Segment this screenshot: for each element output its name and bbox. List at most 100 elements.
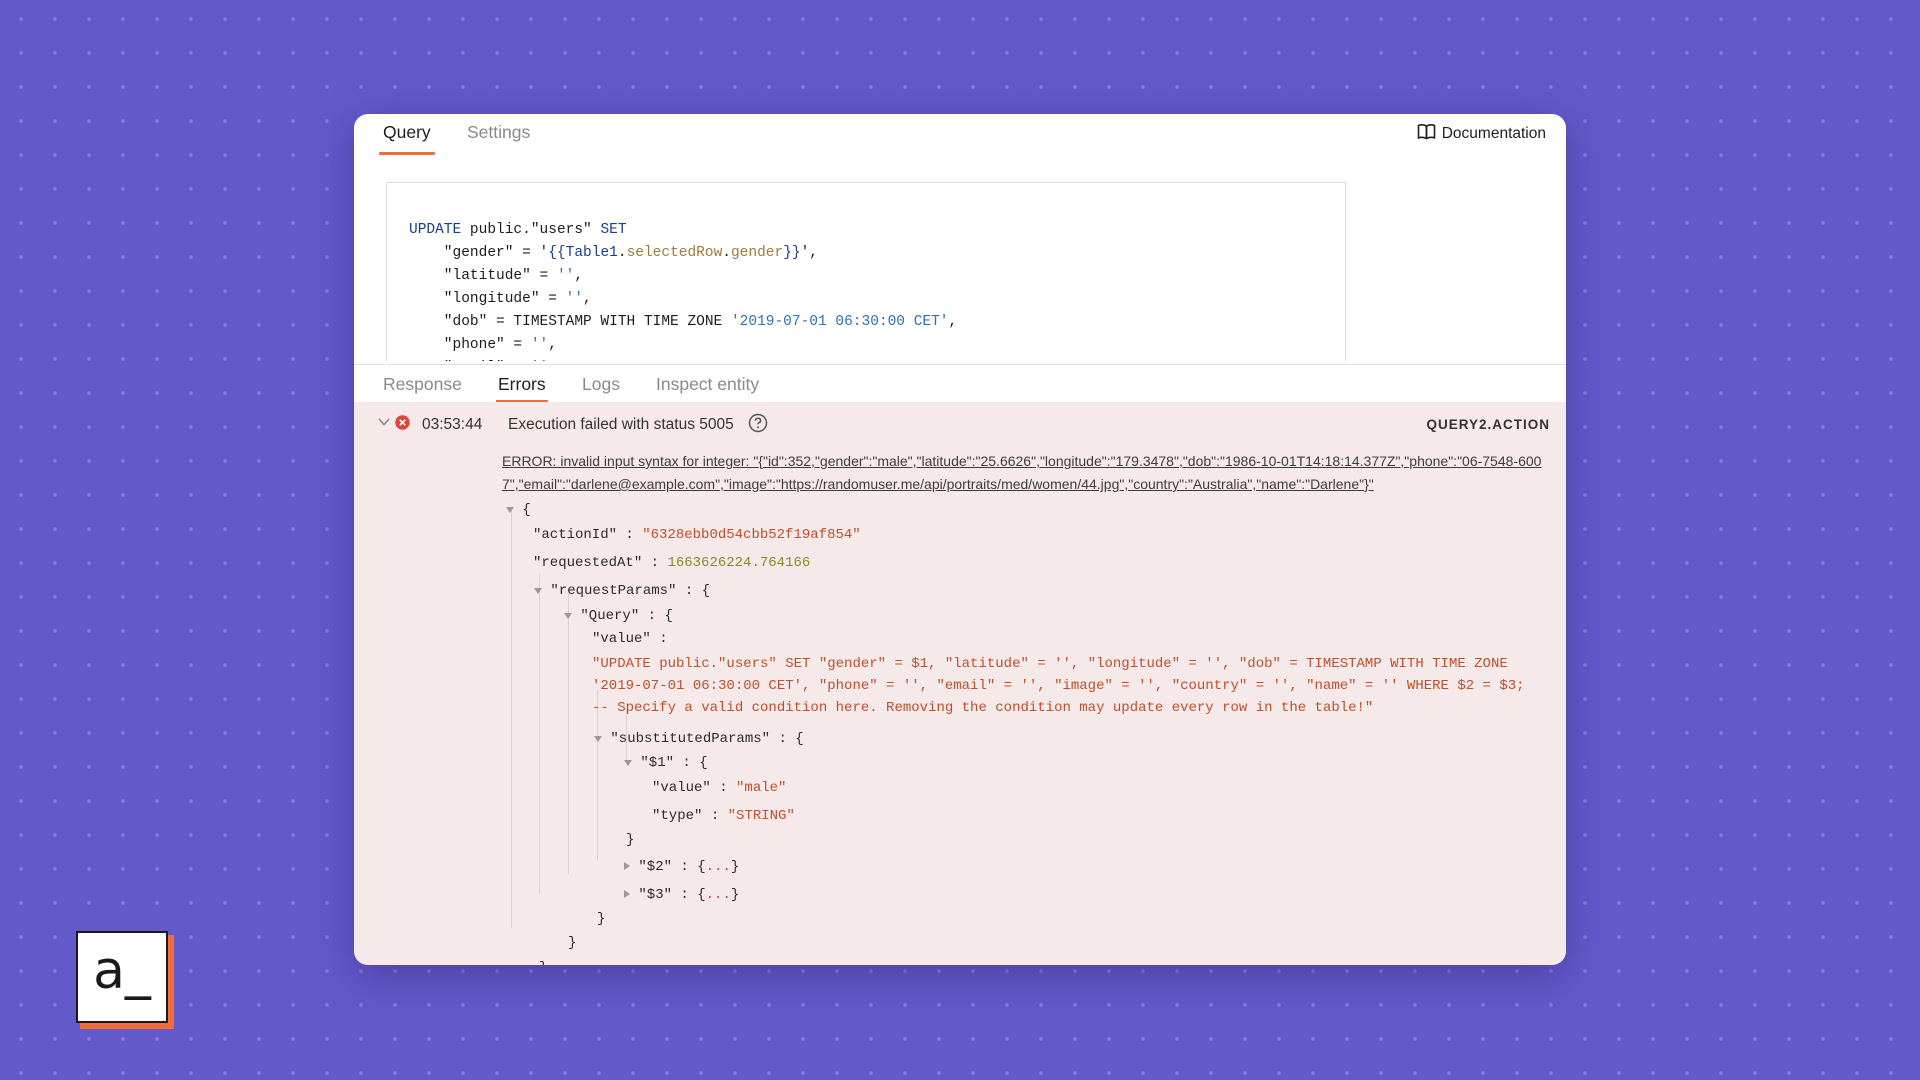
json-separator: : (672, 859, 698, 875)
tree-guide (568, 594, 569, 874)
tab-errors[interactable]: Errors (496, 374, 548, 403)
code-token: gender (730, 245, 784, 261)
json-separator: : (710, 780, 737, 796)
json-row-value: "value" : (592, 631, 668, 647)
documentation-link[interactable]: Documentation (1417, 123, 1546, 145)
code-token: }} (783, 245, 801, 261)
collapse-toggle-icon[interactable] (534, 588, 542, 594)
expand-toggle-icon[interactable] (624, 890, 630, 898)
json-brace: { (795, 731, 804, 747)
error-icon (395, 415, 410, 435)
code-token: {{ (548, 245, 566, 261)
collapse-toggle-icon[interactable] (564, 613, 572, 619)
tab-response[interactable]: Response (383, 374, 462, 395)
json-brace: { (701, 583, 711, 599)
json-key: "$2" (638, 859, 673, 875)
json-key: "Query" (580, 608, 640, 624)
expand-toggle-icon[interactable] (624, 862, 630, 870)
json-row-param-2[interactable]: "$2" : {...} (624, 859, 739, 875)
error-detail-link[interactable]: ERROR: invalid input syntax for integer:… (502, 450, 1542, 496)
json-row-param-1-type: "type" : "STRING" (652, 808, 795, 824)
json-key: "requestedAt" (533, 555, 643, 571)
json-row-requestedAt: "requestedAt" : 1663626224.764166 (533, 555, 810, 571)
json-row-actionId: "actionId" : "6328ebb0d54cbb52f19af854" (533, 527, 861, 543)
json-separator: : (672, 887, 698, 903)
json-brace: { (522, 502, 531, 518)
code-content: UPDATE public."users" SET "gender" = '{{… (387, 183, 1345, 361)
tab-logs[interactable]: Logs (582, 374, 620, 395)
code-line: "longitude" = '', (409, 291, 592, 307)
logo-mark: a_ (76, 931, 168, 1023)
code-string: '' (530, 337, 549, 353)
json-row-param-1-value: "value" : "male" (652, 780, 786, 796)
code-line: "gender" = '{{Table1.selectedRow.gender}… (409, 245, 819, 261)
results-tab-bar: Response Errors Logs Inspect entity (354, 365, 1566, 403)
json-ellipsis: ... (705, 859, 731, 875)
chevron-down-icon[interactable] (377, 414, 391, 432)
json-brace: } (730, 887, 740, 903)
json-row-substitutedParams[interactable]: "substitutedParams" : { (594, 731, 804, 747)
json-separator: : (650, 631, 668, 647)
code-token: "users" (530, 222, 592, 238)
code-string: '' (531, 360, 548, 361)
collapse-toggle-icon[interactable] (594, 736, 602, 742)
json-close-brace: } (539, 960, 547, 965)
json-separator: : (676, 583, 702, 599)
json-key: "$1" (640, 755, 675, 771)
collapse-toggle-icon[interactable] (506, 507, 514, 513)
code-string: '' (565, 291, 584, 307)
sql-code-editor[interactable]: UPDATE public."users" SET "gender" = '{{… (386, 182, 1346, 361)
json-key: "$3" (638, 887, 673, 903)
json-brace: { (697, 887, 706, 903)
json-row-query[interactable]: "Query" : { (564, 608, 673, 624)
json-string-value: "STRING" (727, 808, 795, 824)
json-key: "value" (652, 780, 711, 796)
json-key: "substitutedParams" (610, 731, 771, 747)
json-separator: : (642, 555, 668, 571)
code-line: "latitude" = '', (409, 268, 584, 284)
top-tab-bar: Query Settings Documentation (354, 114, 1566, 164)
code-token: Table1 (565, 245, 618, 261)
code-line: UPDATE public."users" SET (409, 222, 627, 238)
code-string: '2019-07-01 06:30:00 CET' (730, 314, 949, 330)
collapse-toggle-icon[interactable] (624, 760, 632, 766)
code-keyword: TIMESTAMP WITH TIME (513, 314, 679, 330)
json-number-value: 1663626224.764166 (667, 555, 811, 571)
tab-settings[interactable]: Settings (467, 122, 530, 143)
error-message: Execution failed with status 5005 (508, 416, 734, 433)
json-ellipsis: ... (705, 887, 731, 903)
help-icon[interactable] (748, 413, 768, 438)
json-separator: : (617, 527, 643, 543)
json-root-row[interactable]: { (506, 502, 531, 518)
tab-inspect-entity[interactable]: Inspect entity (656, 374, 759, 395)
json-key: "type" (652, 808, 703, 824)
code-token: selectedRow (626, 245, 723, 261)
query-editor-panel: Query Settings Documentation UPDATE publ… (354, 114, 1566, 965)
query-value-string: "UPDATE public."users" SET "gender" = $1… (592, 656, 1525, 716)
tree-guide (511, 508, 512, 928)
tab-query[interactable]: Query (379, 122, 435, 155)
code-keyword: UPDATE (409, 222, 462, 238)
json-separator: : (639, 608, 665, 624)
errors-pane[interactable]: 03:53:44 Execution failed with status 50… (354, 402, 1566, 965)
json-key: "value" (592, 631, 651, 647)
error-entry-header[interactable]: 03:53:44 Execution failed with status 50… (354, 402, 1566, 446)
code-line: "email" = '', (409, 357, 1345, 361)
json-brace: } (730, 859, 740, 875)
error-timestamp: 03:53:44 (422, 416, 483, 433)
action-name: QUERY2.ACTION (1426, 417, 1550, 432)
json-string-value: "6328ebb0d54cbb52f19af854" (642, 527, 861, 543)
json-key: "requestParams" (550, 583, 677, 599)
json-row-param-3[interactable]: "$3" : {...} (624, 887, 739, 903)
code-line: "phone" = '', (409, 337, 557, 353)
code-string: '' (556, 268, 575, 284)
json-close-brace: } (597, 911, 606, 927)
json-close-brace: } (626, 832, 635, 848)
json-string-value: "male" (736, 780, 787, 796)
json-brace: { (697, 859, 706, 875)
appsmith-logo: a_ (76, 931, 174, 1029)
json-separator: : (674, 755, 700, 771)
json-row-requestParams[interactable]: "requestParams" : { (534, 583, 710, 599)
json-row-param-1[interactable]: "$1" : { (624, 755, 708, 771)
json-separator: : (702, 808, 728, 824)
